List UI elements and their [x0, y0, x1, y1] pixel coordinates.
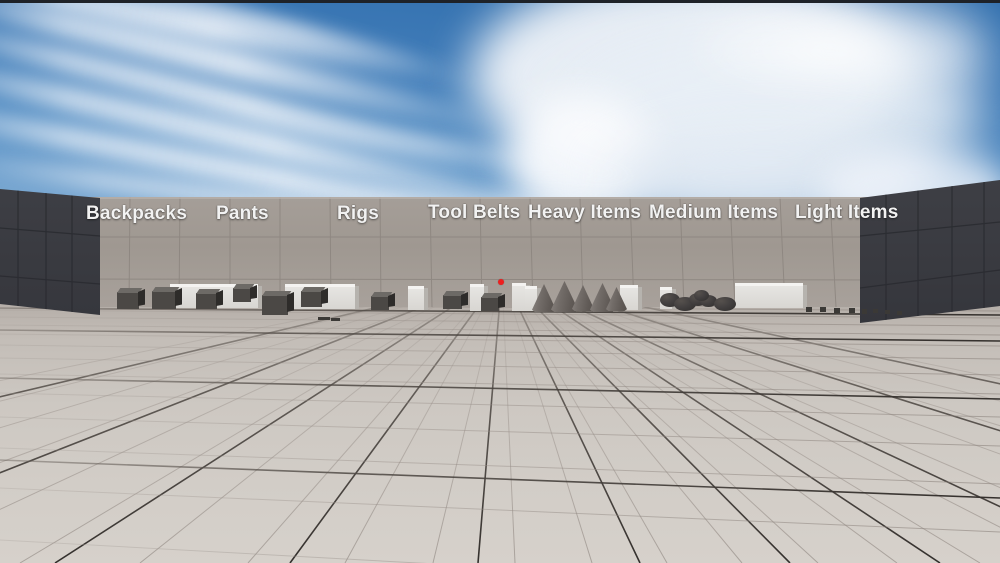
- crosshair-dot: [498, 279, 504, 285]
- category-label: Pants: [216, 203, 269, 224]
- category-label: Medium Items: [649, 202, 779, 223]
- category-label: Heavy Items: [528, 202, 642, 223]
- category-label: Backpacks: [86, 203, 188, 224]
- category-label: Rigs: [337, 203, 379, 224]
- category-label: Light Items: [795, 202, 899, 223]
- game-viewport[interactable]: Backpacks Pants Rigs Tool Belts Heavy Items M…: [0, 0, 1000, 563]
- category-label: Tool Belts: [428, 202, 521, 223]
- viewport-top-edge: [0, 0, 1000, 3]
